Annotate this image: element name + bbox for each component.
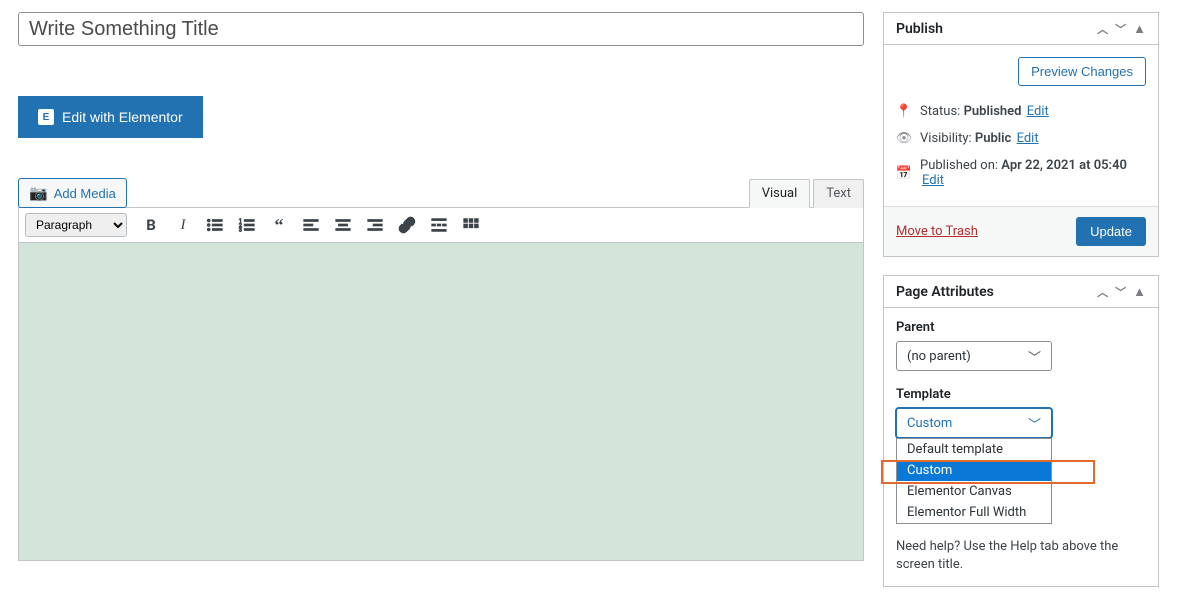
pin-icon: 📍 xyxy=(896,104,912,119)
svg-text:3: 3 xyxy=(239,227,242,233)
edit-status-link[interactable]: Edit xyxy=(1027,104,1049,119)
elementor-button-label: Edit with Elementor xyxy=(62,109,183,125)
editor-content-area[interactable] xyxy=(18,243,864,561)
chevron-down-icon: ﹀ xyxy=(1028,414,1041,433)
calendar-icon: 📅 xyxy=(896,166,912,181)
align-center-button[interactable] xyxy=(329,212,357,238)
template-value: Custom xyxy=(907,416,952,431)
bold-button[interactable]: B xyxy=(137,212,165,238)
align-left-button[interactable] xyxy=(297,212,325,238)
template-label: Template xyxy=(896,387,1146,402)
visibility-value: Public xyxy=(975,131,1011,146)
toggle-panel-icon[interactable]: ▲ xyxy=(1133,21,1146,37)
toolbar-toggle-button[interactable] xyxy=(457,212,485,238)
align-right-button[interactable] xyxy=(361,212,389,238)
paragraph-format-select[interactable]: Paragraph xyxy=(25,213,127,237)
bulleted-list-button[interactable] xyxy=(201,212,229,238)
link-button[interactable] xyxy=(393,212,421,238)
update-button[interactable]: Update xyxy=(1076,217,1146,246)
template-option-full[interactable]: Elementor Full Width xyxy=(897,502,1051,523)
parent-select[interactable]: (no parent) ﹀ xyxy=(896,341,1052,371)
blockquote-button[interactable]: “ xyxy=(265,212,293,238)
visibility-icon: 👁 xyxy=(896,131,912,146)
move-to-trash-link[interactable]: Move to Trash xyxy=(896,224,978,239)
edit-with-elementor-button[interactable]: E Edit with Elementor xyxy=(18,96,203,138)
publish-box: Publish ︿ ﹀ ▲ Preview Changes 📍 Status: … xyxy=(883,12,1159,257)
camera-music-icon: 📷 xyxy=(29,184,48,202)
edit-date-link[interactable]: Edit xyxy=(922,173,944,188)
visibility-label: Visibility: xyxy=(920,131,972,146)
edit-visibility-link[interactable]: Edit xyxy=(1017,131,1039,146)
status-value: Published xyxy=(964,104,1022,119)
page-attributes-box: Page Attributes ︿ ﹀ ▲ Parent (no parent)… xyxy=(883,275,1159,587)
italic-button[interactable]: I xyxy=(169,212,197,238)
add-media-label: Add Media xyxy=(54,186,116,201)
parent-label: Parent xyxy=(896,320,1146,335)
editor-toolbar: Paragraph B I 123 “ xyxy=(18,207,864,243)
published-label: Published on: xyxy=(920,158,998,173)
numbered-list-button[interactable]: 123 xyxy=(233,212,261,238)
chevron-down-icon[interactable]: ﹀ xyxy=(1115,21,1126,37)
parent-value: (no parent) xyxy=(907,349,971,364)
post-title-input[interactable] xyxy=(18,12,864,46)
status-label: Status: xyxy=(920,104,960,119)
template-option-canvas[interactable]: Elementor Canvas xyxy=(897,481,1051,502)
template-select[interactable]: Custom ﹀ xyxy=(896,408,1052,438)
chevron-down-icon[interactable]: ﹀ xyxy=(1115,284,1126,300)
tab-text[interactable]: Text xyxy=(813,179,864,208)
chevron-up-icon[interactable]: ︿ xyxy=(1097,21,1108,37)
publish-header: Publish xyxy=(896,21,943,37)
chevron-up-icon[interactable]: ︿ xyxy=(1097,284,1108,300)
add-media-button[interactable]: 📷 Add Media xyxy=(18,178,127,208)
published-value: Apr 22, 2021 at 05:40 xyxy=(1001,158,1127,173)
template-option-custom[interactable]: Custom xyxy=(897,460,1051,481)
template-dropdown-list: Default template Custom Elementor Canvas… xyxy=(896,438,1052,524)
preview-changes-button[interactable]: Preview Changes xyxy=(1018,57,1146,86)
page-attributes-header: Page Attributes xyxy=(896,284,994,300)
toggle-panel-icon[interactable]: ▲ xyxy=(1133,284,1146,300)
chevron-down-icon: ﹀ xyxy=(1028,347,1041,366)
help-text: Need help? Use the Help tab above the sc… xyxy=(896,538,1146,574)
read-more-button[interactable] xyxy=(425,212,453,238)
elementor-icon: E xyxy=(38,109,54,125)
template-option-default[interactable]: Default template xyxy=(897,439,1051,460)
tab-visual[interactable]: Visual xyxy=(749,179,811,208)
